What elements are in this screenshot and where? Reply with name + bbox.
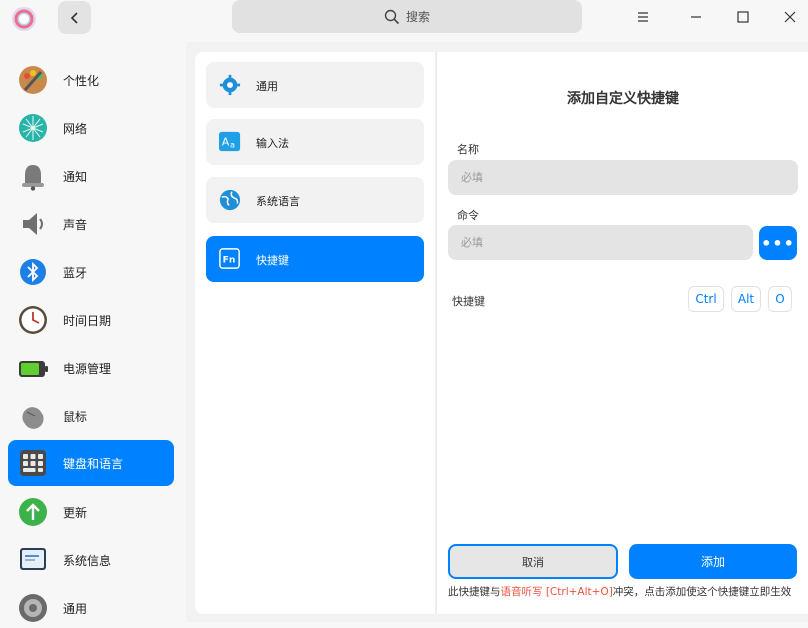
clock-icon (19, 306, 47, 334)
sidebar-item-update[interactable]: 更新 (8, 489, 174, 535)
submenu-item-input-method[interactable]: A a 输入法 (206, 119, 424, 165)
input-method-icon: A a (219, 131, 241, 152)
sidebar-item-label: 鼠标 (63, 410, 88, 424)
gear-icon (219, 74, 241, 96)
add-button[interactable]: 添加 (629, 544, 797, 579)
minimize-icon (691, 16, 701, 18)
menu-button[interactable] (630, 4, 656, 30)
submenu-panel: 通用 A a 输入法 系统语言 Fn 快捷键 (195, 52, 435, 614)
submenu-item-shortcuts[interactable]: Fn 快捷键 (206, 236, 424, 282)
shortcut-key-alt[interactable]: Alt (731, 286, 761, 312)
shortcut-key-ctrl[interactable]: Ctrl (688, 286, 724, 312)
sidebar-item-system-info[interactable]: 系统信息 (8, 537, 174, 583)
personalization-icon (19, 66, 47, 94)
conflict-suffix: 冲突，点击添加使这个快捷键立即生效 (612, 586, 792, 598)
mouse-icon (22, 407, 44, 429)
sidebar-item-label: 更新 (63, 506, 88, 520)
command-label: 命令 (457, 209, 479, 222)
update-icon (19, 498, 47, 526)
minimize-button[interactable] (683, 4, 709, 30)
fn-key-icon: Fn (219, 248, 240, 269)
svg-text:a: a (230, 140, 235, 150)
bottom-strip (0, 622, 808, 628)
svg-text:Fn: Fn (223, 255, 236, 266)
conflict-prefix: 此快捷键与 (448, 586, 501, 598)
maximize-button[interactable] (730, 4, 756, 30)
search-placeholder: 搜索 (405, 10, 430, 24)
sidebar-item-sound[interactable]: 声音 (8, 201, 174, 247)
sidebar-item-mouse[interactable]: 鼠标 (8, 393, 174, 439)
bell-icon (22, 165, 44, 191)
add-shortcut-dialog: 添加自定义快捷键 名称 命令 ••• 快捷键 Ctrl Alt O 取消 添加 … (436, 52, 808, 614)
sidebar-item-label: 电源管理 (63, 362, 112, 376)
network-icon (19, 114, 47, 142)
sidebar-item-network[interactable]: 网络 (8, 105, 174, 151)
battery-icon (19, 361, 48, 377)
sidebar-item-label: 通知 (63, 170, 88, 184)
sidebar: 个性化 网络 通知 声音 蓝牙 时间日期 电源管理 鼠标 键盘和语言 更新 系统… (0, 42, 186, 628)
more-icon: ••• (761, 233, 795, 253)
submenu-item-label: 系统语言 (256, 195, 300, 208)
browse-command-button[interactable]: ••• (759, 226, 797, 260)
submenu-item-general[interactable]: 通用 (206, 62, 424, 108)
submenu-item-label: 通用 (256, 80, 278, 93)
dialog-title: 添加自定义快捷键 (567, 91, 679, 107)
search-icon (384, 9, 400, 24)
globe-icon (219, 189, 241, 211)
sidebar-item-label: 声音 (63, 218, 88, 232)
svg-text:A: A (222, 136, 230, 149)
submenu-item-label: 快捷键 (256, 254, 289, 267)
sidebar-item-label: 键盘和语言 (63, 457, 124, 471)
sidebar-item-datetime[interactable]: 时间日期 (8, 297, 174, 343)
close-icon (784, 11, 796, 23)
sidebar-item-label: 通用 (63, 602, 88, 616)
submenu-item-system-language[interactable]: 系统语言 (206, 177, 424, 223)
keyboard-icon (20, 450, 46, 476)
chevron-left-icon (70, 11, 78, 24)
menu-icon (638, 12, 648, 22)
sidebar-item-personalization[interactable]: 个性化 (8, 57, 174, 103)
general-icon (19, 594, 47, 622)
shortcut-key-o[interactable]: O (768, 286, 792, 312)
sidebar-item-label: 个性化 (63, 74, 100, 88)
command-field[interactable] (448, 225, 753, 260)
app-logo-icon (9, 4, 39, 34)
bluetooth-icon (20, 259, 46, 285)
shortcut-label: 快捷键 (452, 295, 485, 308)
name-field[interactable] (448, 160, 798, 195)
sidebar-item-label: 时间日期 (63, 314, 112, 328)
sidebar-item-label: 蓝牙 (63, 266, 88, 280)
speaker-icon (23, 213, 43, 235)
title-bar: 搜索 (0, 0, 808, 42)
conflict-warning: 此快捷键与语音听写 [Ctrl+Alt+O]冲突，点击添加使这个快捷键立即生效 (448, 585, 798, 599)
sidebar-item-label: 系统信息 (63, 554, 112, 568)
back-button[interactable] (58, 1, 91, 34)
system-info-icon (20, 548, 46, 570)
name-label: 名称 (457, 143, 479, 156)
sidebar-item-label: 网络 (63, 122, 88, 136)
conflict-target: 语音听写 [Ctrl+Alt+O] (500, 586, 613, 598)
maximize-icon (737, 11, 749, 23)
search-input[interactable]: 搜索 (232, 0, 582, 33)
cancel-button[interactable]: 取消 (448, 544, 618, 579)
sidebar-item-keyboard-language[interactable]: 键盘和语言 (8, 440, 174, 486)
close-button[interactable] (777, 4, 803, 30)
sidebar-item-notification[interactable]: 通知 (8, 153, 174, 199)
submenu-item-label: 输入法 (256, 137, 289, 150)
sidebar-item-bluetooth[interactable]: 蓝牙 (8, 249, 174, 295)
sidebar-item-power[interactable]: 电源管理 (8, 345, 174, 391)
